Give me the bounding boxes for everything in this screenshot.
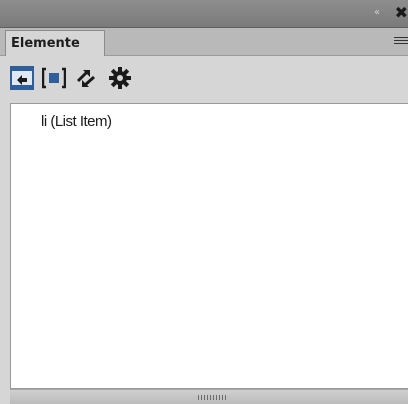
select-child-button[interactable] — [41, 66, 67, 90]
swap-arrows-icon — [76, 70, 95, 87]
gear-icon — [109, 67, 131, 89]
elements-list: li (List Item) — [10, 103, 408, 389]
list-item-label: li (List Item) — [41, 113, 112, 130]
resize-grip-icon[interactable] — [198, 395, 228, 400]
select-child-icon — [41, 67, 67, 89]
tab-elemente-label: Elemente — [11, 36, 80, 51]
swap-button[interactable] — [74, 66, 98, 90]
select-parent-button[interactable] — [10, 66, 34, 90]
tab-elemente[interactable]: Elemente — [5, 30, 105, 56]
resize-bar[interactable] — [10, 389, 408, 404]
hamburger-menu-icon[interactable] — [394, 37, 408, 47]
double-chevron-left-icon[interactable]: ‹‹ — [374, 8, 380, 18]
panel-title-bar[interactable]: ‹‹ ✖ — [0, 0, 408, 28]
toolbar — [0, 57, 408, 97]
list-item[interactable]: li (List Item) — [41, 113, 112, 130]
tab-strip: Elemente — [0, 28, 408, 56]
close-icon[interactable]: ✖ — [395, 4, 408, 22]
settings-button[interactable] — [108, 66, 132, 90]
select-parent-icon — [10, 66, 34, 90]
elemente-panel: ‹‹ ✖ Elemente li (List Item) — [0, 0, 408, 404]
